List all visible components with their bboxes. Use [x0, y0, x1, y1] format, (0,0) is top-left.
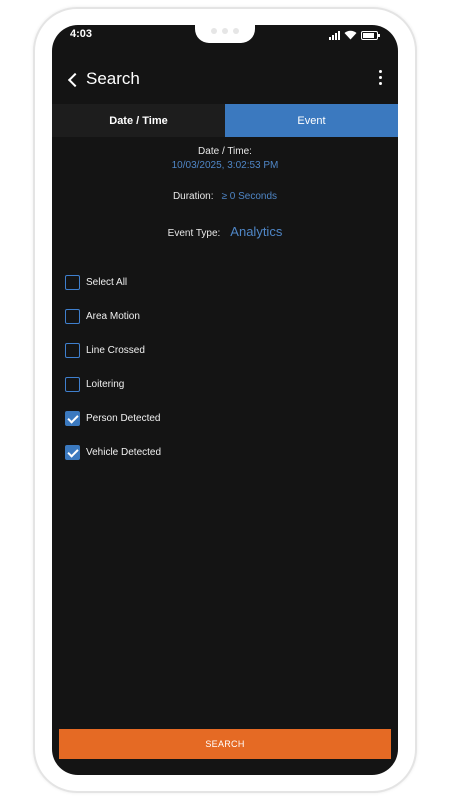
tab-date-time[interactable]: Date / Time [52, 104, 225, 137]
event-type-value[interactable]: Analytics [230, 224, 282, 239]
duration-value[interactable]: ≥ 0 Seconds [222, 191, 278, 202]
tab-event[interactable]: Event [225, 104, 398, 137]
more-vertical-icon [379, 70, 382, 73]
status-bar: 4:03 [52, 25, 398, 47]
status-time: 4:03 [70, 28, 93, 40]
chevron-left-icon [67, 72, 83, 87]
page-title: Search [86, 69, 140, 88]
checkbox-icon[interactable] [65, 376, 80, 392]
signal-icon [329, 30, 340, 40]
checkbox-label: Line Crossed [86, 344, 145, 356]
duration-label: Duration: [172, 191, 214, 202]
datetime-value[interactable]: 10/03/2025, 3:02:53 PM [52, 160, 398, 171]
checkbox-area-motion[interactable]: Area Motion [65, 299, 161, 333]
checkbox-icon[interactable] [65, 274, 80, 290]
checkbox-label: Select All [86, 276, 128, 288]
checkbox-person-detected[interactable]: Person Detected [65, 401, 161, 435]
checkbox-select-all[interactable]: Select All [65, 265, 161, 299]
checkbox-label: Person Detected [86, 412, 161, 424]
checkbox-icon[interactable] [65, 308, 80, 324]
tab-bar: Date / Time Event [52, 104, 398, 137]
checkbox-label: Vehicle Detected [86, 446, 162, 458]
search-button[interactable]: SEARCH [59, 729, 391, 759]
event-filter-list: Select All Area Motion Line Crossed Loit… [65, 265, 161, 469]
app-screen: 4:03 Search Date / Time Event Date / Tim… [52, 25, 398, 775]
status-icons [329, 30, 380, 40]
checkbox-vehicle-detected[interactable]: Vehicle Detected [65, 435, 161, 469]
checkbox-label: Loitering [86, 378, 125, 390]
checkbox-label: Area Motion [86, 310, 140, 322]
checkbox-line-crossed[interactable]: Line Crossed [65, 333, 161, 367]
checkbox-loitering[interactable]: Loitering [65, 367, 161, 401]
battery-icon [361, 30, 380, 40]
back-button[interactable]: Search [66, 69, 140, 89]
event-type-row: Event Type: Analytics [52, 224, 398, 239]
datetime-label: Date / Time: [198, 146, 252, 157]
checkbox-icon[interactable] [65, 410, 80, 426]
checkbox-icon[interactable] [65, 342, 80, 358]
wifi-icon [344, 30, 357, 40]
event-type-label: Event Type: [167, 228, 221, 239]
duration-row: Duration: ≥ 0 Seconds [52, 191, 398, 202]
more-options-button[interactable] [379, 70, 382, 85]
checkbox-icon[interactable] [65, 444, 80, 460]
header: Search [52, 65, 398, 97]
